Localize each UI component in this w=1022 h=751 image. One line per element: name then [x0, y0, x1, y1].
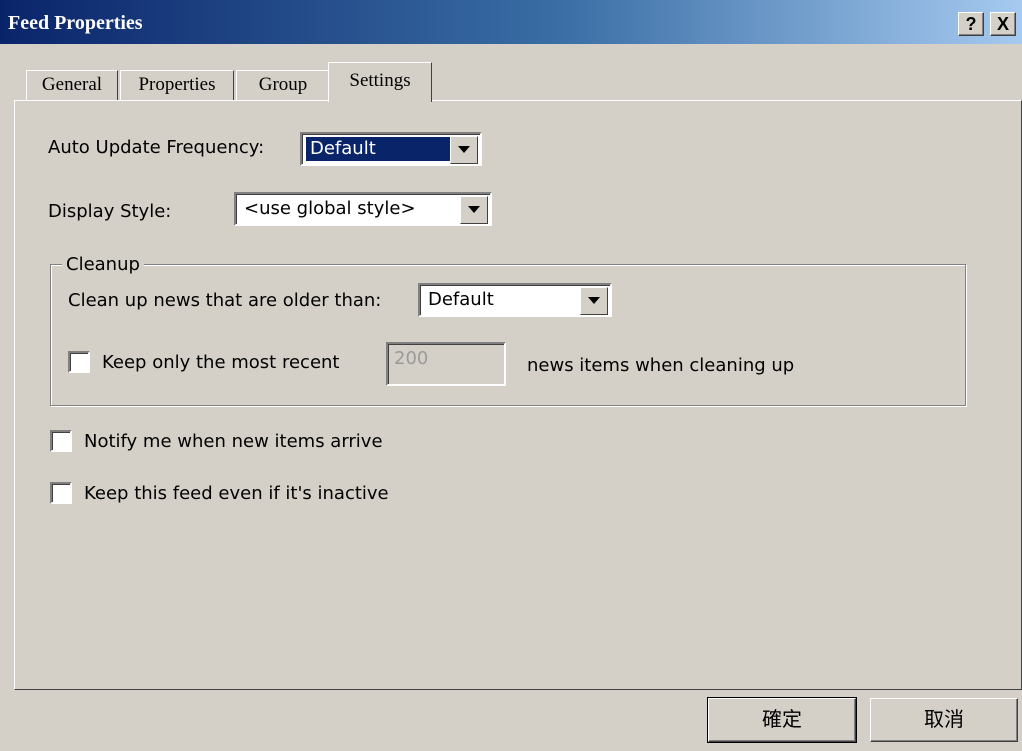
tab-group[interactable]: Group [236, 70, 330, 100]
ok-button[interactable]: 確定 [707, 697, 857, 743]
keep-inactive-checkbox[interactable] [50, 482, 72, 504]
keep-inactive-label: Keep this feed even if it's inactive [84, 483, 389, 504]
chevron-down-icon[interactable] [580, 287, 608, 315]
display-style-value: <use global style> [244, 198, 416, 219]
display-style-label: Display Style: [48, 201, 172, 222]
chevron-down-icon[interactable] [460, 196, 488, 224]
tab-general[interactable]: General [26, 70, 118, 100]
close-button[interactable]: X [990, 12, 1016, 36]
tab-properties[interactable]: Properties [120, 70, 234, 100]
keep-recent-label: Keep only the most recent [102, 352, 340, 373]
tab-settings[interactable]: Settings [328, 62, 432, 102]
window-title: Feed Properties [8, 12, 143, 34]
older-than-select[interactable]: Default [418, 283, 612, 317]
keep-recent-suffix: news items when cleaning up [527, 355, 795, 376]
older-than-value: Default [428, 289, 494, 310]
older-than-label: Clean up news that are older than: [68, 290, 382, 311]
display-style-select[interactable]: <use global style> [234, 192, 492, 226]
cleanup-legend: Cleanup [62, 254, 144, 276]
chevron-down-icon[interactable] [450, 136, 478, 164]
auto-update-value: Default [306, 137, 450, 161]
auto-update-label: Auto Update Frequency: [48, 137, 265, 158]
cancel-button[interactable]: 取消 [870, 698, 1018, 742]
keep-recent-count-input[interactable]: 200 [386, 342, 506, 386]
notify-checkbox[interactable] [50, 430, 72, 452]
help-button[interactable]: ? [958, 12, 984, 36]
keep-recent-checkbox[interactable] [68, 351, 90, 373]
auto-update-select[interactable]: Default [300, 132, 482, 166]
notify-label: Notify me when new items arrive [84, 431, 383, 452]
title-bar[interactable] [0, 0, 1022, 44]
